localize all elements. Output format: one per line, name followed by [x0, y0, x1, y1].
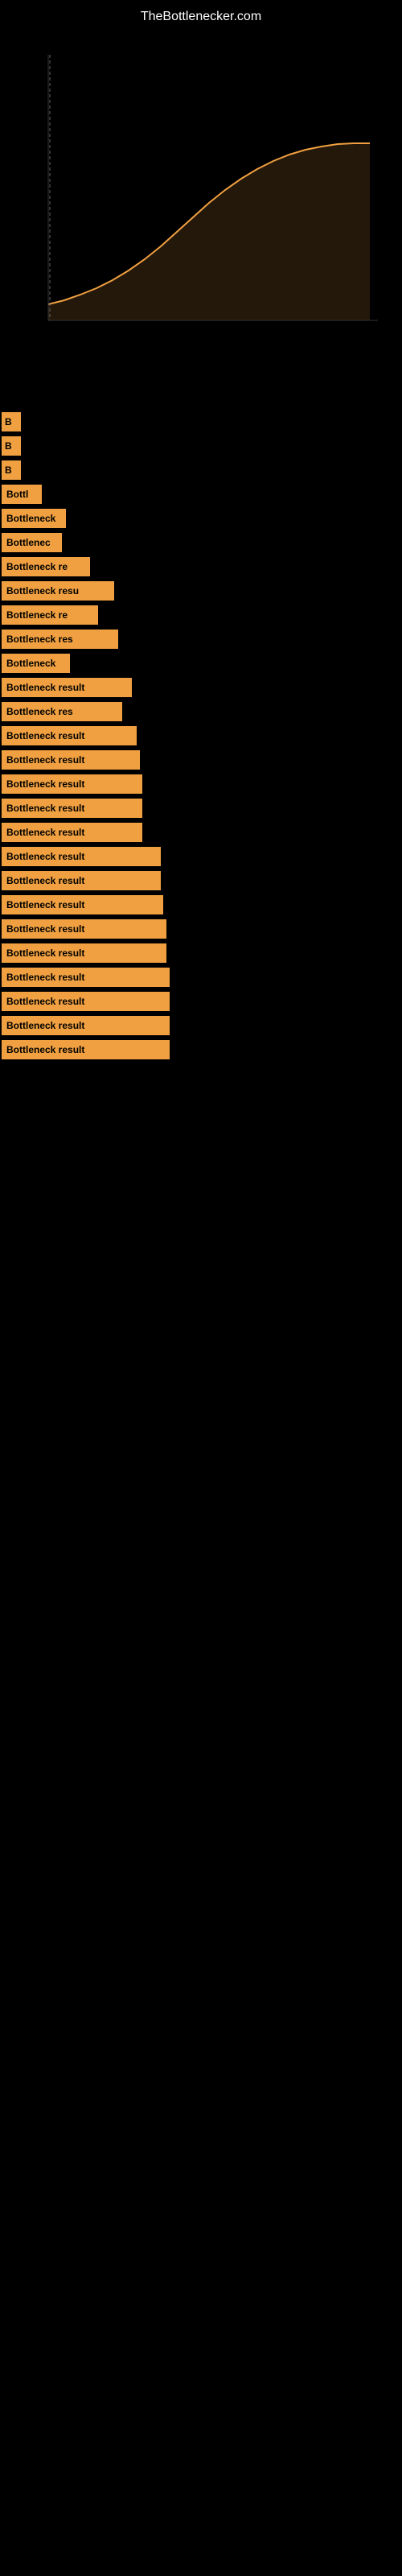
list-item: Bottleneck result	[2, 1016, 170, 1035]
list-item: Bottleneck result	[2, 992, 170, 1011]
list-item: Bottleneck resu	[2, 581, 114, 601]
list-item: Bottleneck result	[2, 750, 140, 770]
list-item: Bottleneck result	[2, 895, 163, 914]
list-item: Bottleneck result	[2, 847, 161, 866]
list-item: Bottleneck result	[2, 1040, 170, 1059]
list-item: Bottleneck re	[2, 605, 98, 625]
list-item: Bottleneck res	[2, 702, 122, 721]
list-item: Bottleneck result	[2, 968, 170, 987]
list-item: Bottleneck	[2, 654, 70, 673]
bottleneck-items-container: B B B Bottl Bottleneck Bottlenec Bottlen…	[0, 336, 402, 1072]
list-item: Bottleneck res	[2, 630, 118, 649]
list-item: Bottl	[2, 485, 42, 504]
site-title: TheBottlenecker.com	[0, 0, 402, 31]
list-item: B	[2, 460, 21, 480]
list-item: Bottleneck result	[2, 726, 137, 745]
list-item: B	[2, 412, 21, 431]
list-item: Bottleneck result	[2, 799, 142, 818]
chart-area	[0, 31, 402, 336]
list-item: Bottleneck	[2, 509, 66, 528]
list-item: B	[2, 436, 21, 456]
list-item: Bottlenec	[2, 533, 62, 552]
list-item: Bottleneck result	[2, 943, 166, 963]
site-header: TheBottlenecker.com	[0, 0, 402, 31]
list-item: Bottleneck result	[2, 871, 161, 890]
list-item: Bottleneck result	[2, 919, 166, 939]
list-item: Bottleneck result	[2, 774, 142, 794]
chart-svg	[0, 31, 402, 336]
list-item: Bottleneck result	[2, 678, 132, 697]
list-item: Bottleneck re	[2, 557, 90, 576]
list-item: Bottleneck result	[2, 823, 142, 842]
